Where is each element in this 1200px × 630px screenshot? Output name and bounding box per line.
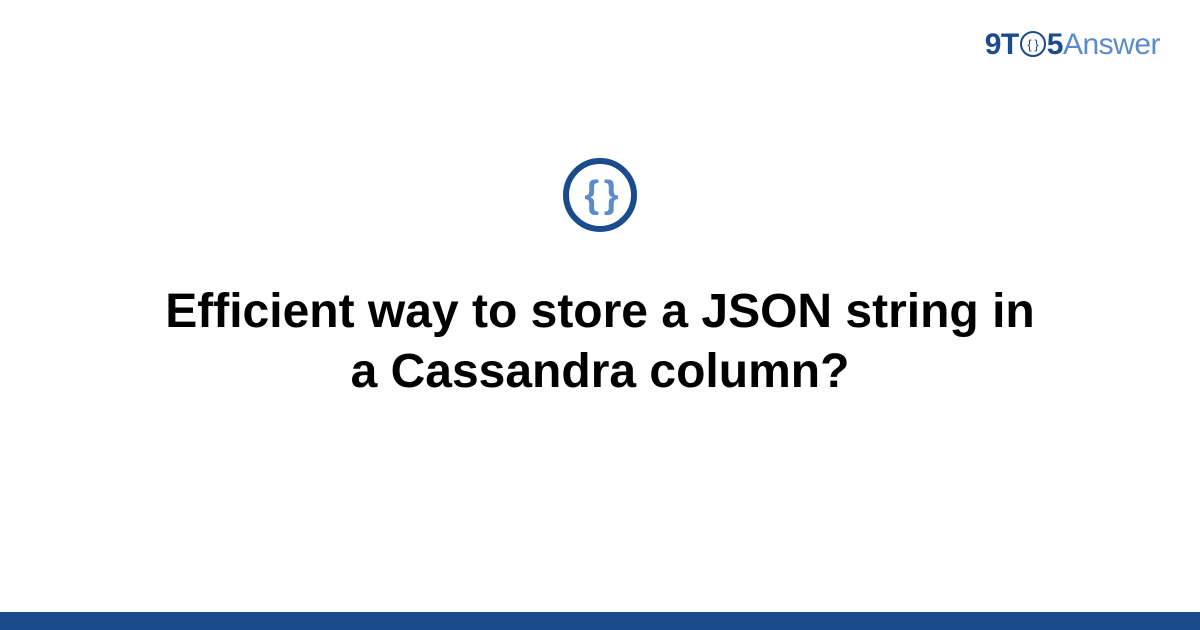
json-category-icon: { }: [563, 158, 637, 232]
question-title: Efficient way to store a JSON string in …: [110, 282, 1090, 402]
main-content: { } Efficient way to store a JSON string…: [0, 0, 1200, 630]
footer-accent-bar: [0, 612, 1200, 630]
braces-icon: { }: [584, 176, 615, 214]
